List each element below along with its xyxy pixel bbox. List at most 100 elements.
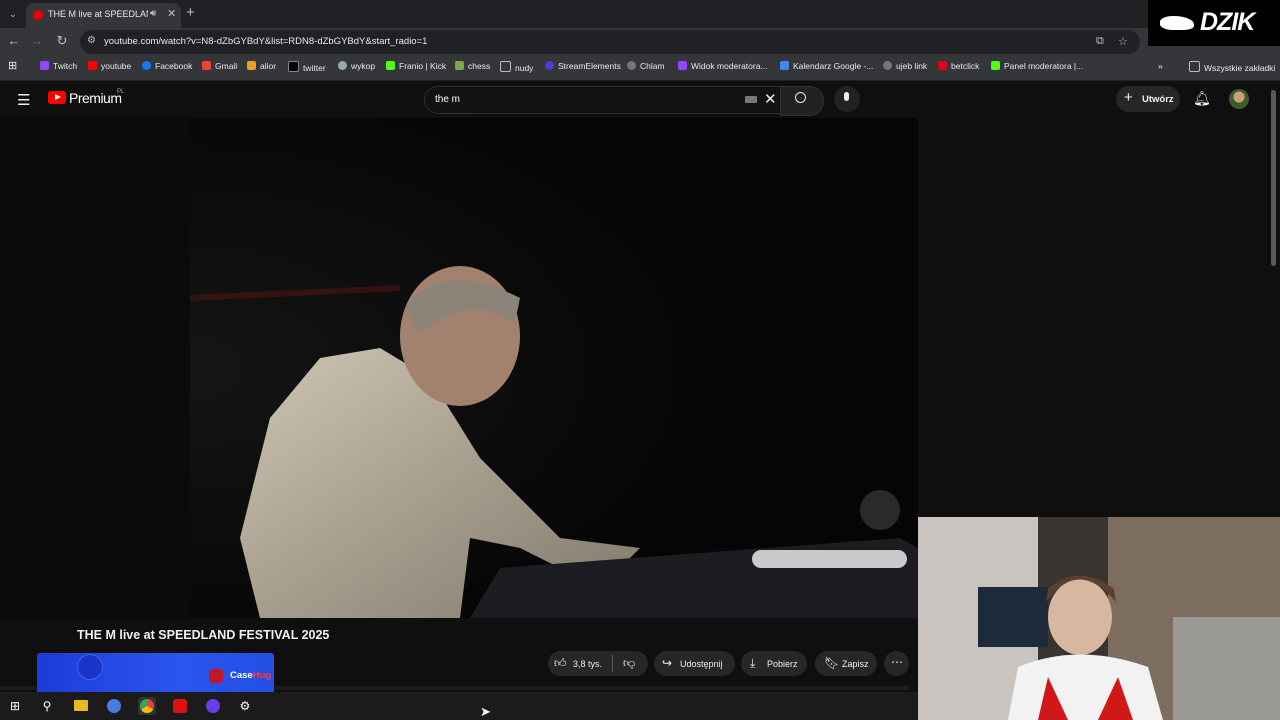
browser-tab-strip: ⌄ THE M live at SPEEDLAND F 🔊︎ ✕ + [0, 0, 1280, 28]
twitch-icon [678, 61, 687, 70]
youtube-header: ☰ Premium PL the m ✕ + Utwórz 🔔︎ [0, 81, 1280, 117]
back-arrow-icon[interactable]: ← [5, 33, 23, 48]
like-button[interactable]: 👍︎ [554, 656, 567, 671]
like-count: 3,8 tys. [573, 659, 603, 669]
bookmark-wykop[interactable]: wykop [338, 61, 375, 71]
chess-icon [455, 61, 464, 70]
tab-title: THE M live at SPEEDLAND F [48, 9, 148, 19]
chrome-icon[interactable] [140, 699, 154, 713]
bookmarks-bar: ⊞ Twitch youtube Facebook Gmail alior tw… [0, 56, 1280, 81]
kick-icon [991, 61, 1000, 70]
speaker-icon[interactable]: 🔊︎ [150, 8, 156, 19]
bookmark-alior[interactable]: alior [247, 61, 276, 71]
reload-icon[interactable]: ↻ [53, 33, 71, 49]
bookmark-betclick[interactable]: betclick [938, 61, 979, 71]
boar-logo-icon [1160, 16, 1194, 30]
bookmark-facebook[interactable]: Facebook [142, 61, 192, 71]
windows-start-icon[interactable]: ⊞ [6, 697, 24, 715]
forward-arrow-icon[interactable]: → [28, 33, 46, 48]
bookmark-kalendarz[interactable]: Kalendarz Google -... [780, 61, 873, 71]
video-player[interactable] [0, 118, 918, 618]
app-icon[interactable] [206, 699, 220, 713]
download-icon: ⤓ [750, 656, 756, 670]
avatar[interactable] [1229, 89, 1249, 109]
region-label: PL [117, 89, 125, 95]
dislike-button[interactable]: 👎︎ [623, 656, 635, 671]
bookmark-star-icon[interactable]: ☆ [1118, 35, 1128, 48]
mouse-cursor-icon: ➤ [480, 704, 491, 719]
keyboard-icon[interactable] [745, 96, 757, 103]
x-icon [288, 61, 299, 72]
streamer-webcam [918, 517, 1280, 720]
bookmark-ujeb-link[interactable]: ujeb link [883, 61, 927, 71]
share-button[interactable]: ↪ Udostępnij [654, 651, 735, 676]
bookmark-twitter[interactable]: twitter [288, 61, 326, 73]
create-label: Utwórz [1142, 94, 1174, 105]
download-label: Pobierz [767, 659, 798, 669]
search-value: the m [435, 94, 461, 105]
more-bookmarks-chevron-icon[interactable]: » [1158, 61, 1163, 71]
search-button[interactable] [780, 86, 824, 116]
facebook-icon [142, 61, 151, 70]
watermark-text: DZIK [1200, 8, 1255, 36]
new-tab-button[interactable]: + [186, 4, 195, 21]
youtube-logo-icon[interactable] [48, 91, 66, 104]
settings-gear-icon[interactable]: ⚙︎ [236, 697, 254, 715]
bookmark-nudy[interactable]: nudy [500, 61, 533, 73]
app-icon[interactable] [107, 699, 121, 713]
page-scrollbar[interactable] [1271, 90, 1276, 266]
kick-icon [386, 61, 395, 70]
gmail-icon [202, 61, 211, 70]
globe-icon [627, 61, 636, 70]
video-frame [0, 118, 918, 618]
clear-search-icon[interactable]: ✕ [764, 90, 777, 108]
wykop-icon [338, 61, 347, 70]
bookmark-gmail[interactable]: Gmail [202, 61, 237, 71]
streamelements-icon [545, 61, 554, 70]
more-actions-button[interactable]: ⋯ [884, 651, 909, 676]
bookmark-chess[interactable]: chess [455, 61, 490, 71]
webcam-frame [918, 517, 1280, 720]
tab-active[interactable]: THE M live at SPEEDLAND F 🔊︎ ✕ [26, 3, 181, 28]
address-bar[interactable]: ⚙︎ youtube.com/watch?v=N8-dZbGYBdY&list=… [80, 30, 1140, 54]
share-arrow-icon: ↪ [662, 656, 673, 670]
hamburger-menu-icon[interactable]: ☰ [17, 91, 30, 109]
file-explorer-icon[interactable] [74, 700, 88, 711]
video-title: THE M live at SPEEDLAND FESTIVAL 2025 [77, 628, 330, 642]
folder-icon [1189, 61, 1200, 72]
search-icon[interactable]: ⚲ [38, 697, 56, 715]
like-dislike-group: 👍︎ 3,8 tys. 👎︎ [548, 651, 648, 676]
tab-list-chevron-icon[interactable]: ⌄ [5, 6, 21, 22]
save-button[interactable]: 🔖︎ Zapisz [815, 651, 877, 676]
search-input[interactable]: the m ✕ [424, 86, 782, 114]
youtube-premium-label[interactable]: Premium [69, 90, 122, 106]
divider [612, 655, 613, 672]
close-icon[interactable]: ✕ [167, 7, 176, 20]
url-text: youtube.com/watch?v=N8-dZbGYBdY&list=RDN… [104, 36, 428, 47]
bookmark-youtube[interactable]: youtube [88, 61, 131, 71]
download-button[interactable]: ⤓ Pobierz [741, 651, 807, 676]
bookmark-chlam[interactable]: Chlam [627, 61, 665, 71]
casehug-logo-icon [209, 669, 223, 683]
bookmark-panel-moderatora[interactable]: Panel moderatora |... [991, 61, 1083, 71]
bookmark-streamelements[interactable]: StreamElements [545, 61, 621, 71]
install-app-icon[interactable]: ⧉ [1096, 35, 1104, 48]
all-bookmarks-folder[interactable]: Wszystkie zakładki [1189, 61, 1275, 73]
app-icon[interactable] [173, 699, 187, 713]
create-button[interactable]: + Utwórz [1116, 86, 1180, 112]
channel-avatar [77, 654, 103, 680]
notifications-bell-icon[interactable]: 🔔︎ [1193, 90, 1211, 107]
site-info-icon[interactable]: ⚙︎ [87, 35, 96, 46]
mic-icon [844, 92, 849, 101]
bookmark-twitch[interactable]: Twitch [40, 61, 77, 71]
plus-icon: + [1124, 89, 1133, 106]
bookmark-kick[interactable]: Franio | Kick [386, 61, 446, 71]
browser-toolbar: ← → ↻ ⚙︎ youtube.com/watch?v=N8-dZbGYBdY… [0, 28, 1280, 56]
voice-search-button[interactable] [834, 86, 860, 112]
channel-watermark: DZIK [1148, 0, 1280, 46]
apps-grid-icon[interactable]: ⊞ [8, 59, 17, 72]
bookmark-widok-moderatora[interactable]: Widok moderatora... [678, 61, 768, 71]
save-label: Zapisz [842, 659, 869, 669]
sponsor-label: CaseHug [230, 670, 272, 681]
youtube-icon [88, 61, 97, 70]
